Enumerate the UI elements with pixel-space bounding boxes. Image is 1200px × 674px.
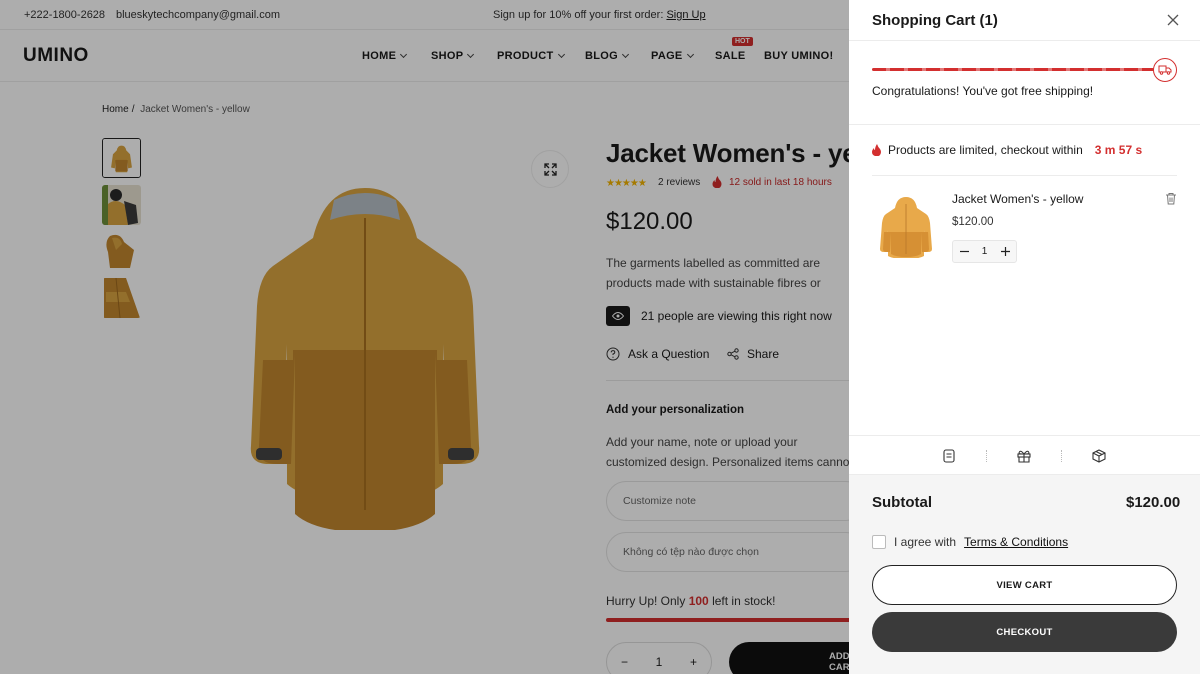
cart-quantity-stepper: 1: [952, 240, 1017, 263]
trash-icon[interactable]: [1165, 192, 1177, 205]
cart-tools: [849, 435, 1200, 475]
tool-separator: [986, 450, 987, 462]
terms-agreement: I agree with Terms & Conditions: [872, 535, 1068, 549]
gift-icon[interactable]: [1016, 448, 1032, 464]
countdown-timer: 3 m 57 s: [1094, 143, 1143, 157]
cart-item-image[interactable]: [877, 192, 935, 258]
subtotal-label: Subtotal: [872, 494, 932, 511]
terms-checkbox[interactable]: [872, 535, 886, 549]
tool-separator: [1061, 450, 1062, 462]
shipping-message: Congratulations! You've got free shippin…: [872, 84, 1094, 98]
cart-header: Shopping Cart (1): [849, 0, 1200, 41]
divider: [872, 175, 1177, 176]
agree-text: I agree with: [894, 535, 957, 549]
note-icon[interactable]: [941, 448, 957, 464]
page-overlay[interactable]: [0, 0, 849, 674]
truck-icon: [1153, 58, 1177, 82]
cart-title: Shopping Cart (1): [872, 12, 998, 29]
cart-quantity-value[interactable]: 1: [982, 246, 988, 257]
cart-item-name[interactable]: Jacket Women's - yellow: [952, 192, 1083, 206]
cart-item-price: $120.00: [952, 216, 994, 228]
view-cart-button[interactable]: VIEW CART: [872, 565, 1177, 605]
shipping-box-icon[interactable]: [1091, 448, 1107, 464]
free-shipping-progress: [872, 68, 1154, 71]
checkout-button[interactable]: CHECKOUT: [872, 612, 1177, 652]
divider: [849, 124, 1200, 125]
close-icon[interactable]: [1164, 11, 1182, 29]
cart-drawer: Shopping Cart (1) Congratulations! You'v…: [849, 0, 1200, 674]
plus-icon[interactable]: [998, 245, 1012, 259]
minus-icon[interactable]: [957, 245, 971, 259]
subtotal-value: $120.00: [1126, 494, 1181, 511]
fire-icon: [872, 144, 881, 156]
checkout-countdown: Products are limited, checkout within 3 m…: [872, 143, 1142, 157]
terms-link[interactable]: Terms & Conditions: [964, 535, 1068, 549]
